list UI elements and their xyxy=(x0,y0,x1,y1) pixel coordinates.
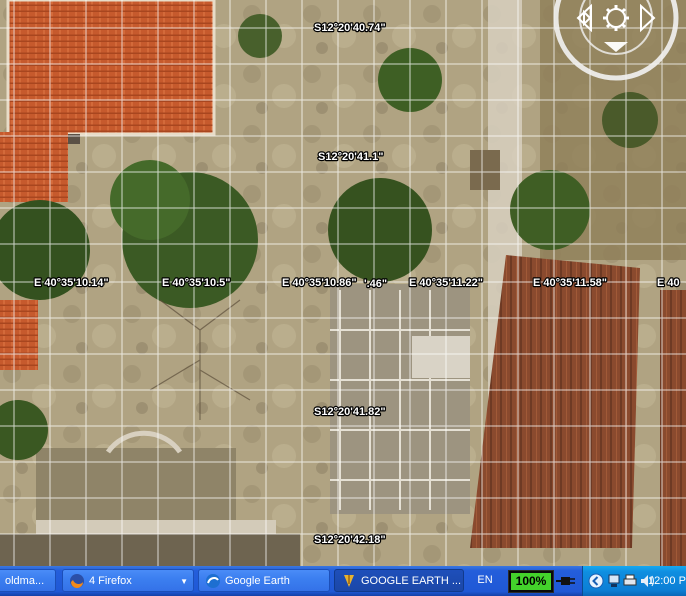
longitude-label: E 40°35'10.5" xyxy=(162,277,231,289)
small-tiled-roof xyxy=(0,132,68,202)
chevron-left-icon[interactable] xyxy=(588,573,604,589)
tiled-roof-building xyxy=(8,0,214,134)
google-earth-icon xyxy=(206,574,220,589)
small-structure xyxy=(470,150,500,190)
taskbar-item-label: GOOGLE EARTH ... xyxy=(361,575,462,587)
longitude-label: '.46" xyxy=(364,278,387,290)
network-icon[interactable] xyxy=(607,573,621,589)
taskbar-item-google-earth[interactable]: Google Earth xyxy=(198,569,330,592)
language-indicator[interactable]: EN xyxy=(466,569,504,592)
power-plug-icon[interactable] xyxy=(556,573,576,589)
rusted-roof-building-right xyxy=(660,290,686,566)
firefox-icon xyxy=(70,574,84,589)
yard-wall xyxy=(36,520,276,534)
taskbar-item-document[interactable]: GOOGLE EARTH ... xyxy=(334,569,464,592)
longitude-label: E 40°35'11.58" xyxy=(533,277,607,289)
document-icon xyxy=(344,575,354,588)
longitude-label: E 40°35'11.22" xyxy=(409,277,483,289)
taskbar-item-label: 4 Firefox xyxy=(89,575,132,587)
printer-icon[interactable] xyxy=(623,573,637,589)
bottom-shadow xyxy=(0,534,300,566)
zoom-indicator[interactable]: 100% xyxy=(508,570,554,593)
longitude-label: E 40°35'10.14" xyxy=(34,277,109,289)
longitude-label: E 40 xyxy=(657,277,680,289)
taskbar-item-firefox[interactable]: 4 Firefox ▼ xyxy=(62,569,194,592)
concrete-slab xyxy=(412,336,470,378)
latitude-label: S12°20'41.1" xyxy=(318,151,383,163)
taskbar-item-label: oldma... xyxy=(5,575,45,587)
taskbar-item-explorer[interactable]: oldma... xyxy=(0,569,56,592)
latitude-label: S12°20'41.82" xyxy=(314,406,386,418)
taskbar: oldma... 4 Firefox ▼ Google Earth GOOGLE… xyxy=(0,566,686,596)
chevron-down-icon[interactable]: ▼ xyxy=(180,570,188,591)
satellite-map-view[interactable]: S12°20'40.74" S12°20'41.1" S12°20'41.82"… xyxy=(0,0,686,566)
zoom-value: 100% xyxy=(511,573,551,590)
walled-yard xyxy=(36,448,236,522)
longitude-label: E 40°35'10.86" xyxy=(282,277,357,289)
latitude-label: S12°20'42.18" xyxy=(314,534,386,546)
edge-tiled-roof xyxy=(0,300,38,370)
latitude-label: S12°20'40.74" xyxy=(314,22,386,34)
taskbar-item-label: Google Earth xyxy=(225,575,290,587)
clock[interactable]: 12:00 PM xyxy=(648,566,686,596)
